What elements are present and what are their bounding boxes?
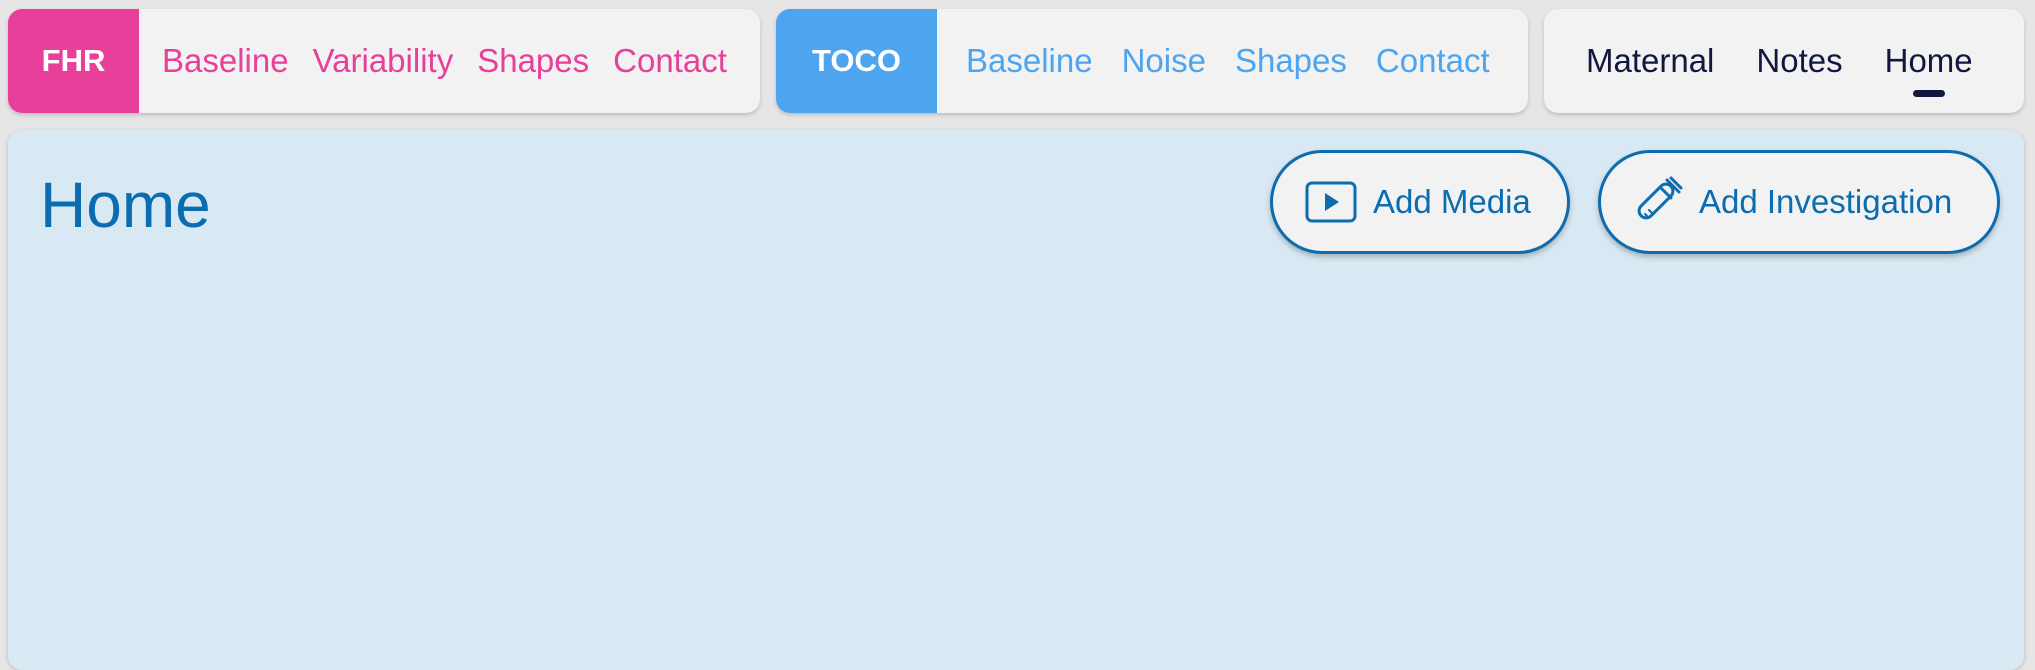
tab-fhr-variability[interactable]: Variability: [313, 9, 454, 113]
tab-notes[interactable]: Notes: [1756, 9, 1842, 113]
tab-toco-contact[interactable]: Contact: [1376, 9, 1490, 113]
page-title: Home: [40, 169, 211, 241]
fhr-tag: FHR: [8, 9, 139, 113]
tab-fhr-contact[interactable]: Contact: [613, 9, 727, 113]
play-icon: [1305, 181, 1357, 223]
add-media-button[interactable]: Add Media: [1270, 150, 1570, 254]
add-media-label: Add Media: [1373, 183, 1531, 220]
add-investigation-button[interactable]: Add Investigation: [1598, 150, 2000, 254]
tab-fhr-baseline[interactable]: Baseline: [162, 9, 289, 113]
main-panel: Home Add Media Add Investigation: [8, 130, 2024, 670]
add-investigation-label: Add Investigation: [1699, 183, 1953, 220]
fhr-tab-group: FHR Baseline Variability Shapes Contact: [8, 9, 760, 113]
tab-toco-shapes[interactable]: Shapes: [1235, 9, 1347, 113]
tab-fhr-shapes[interactable]: Shapes: [477, 9, 589, 113]
tab-toco-baseline[interactable]: Baseline: [966, 9, 1093, 113]
active-tab-indicator: [1912, 90, 1945, 97]
nav-tab-group: Maternal Notes Home: [1544, 9, 2024, 113]
tab-toco-noise[interactable]: Noise: [1122, 9, 1206, 113]
tab-maternal[interactable]: Maternal: [1586, 9, 1714, 113]
tab-home-label: Home: [1884, 42, 1973, 79]
toco-tag: TOCO: [776, 9, 937, 113]
toco-tab-group: TOCO Baseline Noise Shapes Contact: [776, 9, 1528, 113]
tab-home[interactable]: Home: [1885, 9, 1973, 113]
test-tube-icon: [1631, 176, 1683, 228]
